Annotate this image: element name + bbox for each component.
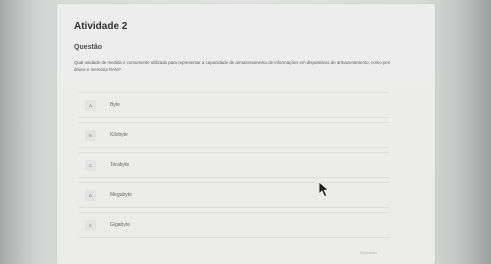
question-text: Qual unidade de medida é comumente utili…	[74, 60, 391, 72]
option-text: Kilobyte	[110, 132, 128, 138]
mouse-pointer-icon	[318, 181, 330, 198]
option-a[interactable]: A Byte	[79, 92, 389, 118]
option-letter: D	[85, 189, 96, 201]
option-letter: B	[85, 129, 96, 141]
option-b[interactable]: B Kilobyte	[79, 122, 389, 148]
option-letter: A	[85, 99, 96, 111]
option-d[interactable]: D Megabyte	[79, 182, 389, 208]
option-c[interactable]: C Terabyte	[79, 152, 389, 178]
page-title: Atividade 2	[74, 21, 128, 32]
option-letter: E	[85, 219, 96, 231]
option-letter: C	[85, 159, 96, 171]
answer-options: A Byte B Kilobyte C Terabyte D Megabyte …	[79, 92, 389, 242]
submit-label: Responder	[359, 251, 377, 255]
question-card: Atividade 2 Questão Qual unidade de medi…	[57, 4, 435, 264]
option-text: Terabyte	[110, 162, 130, 168]
option-text: Byte	[110, 102, 121, 108]
option-text: Megabyte	[110, 192, 132, 198]
option-e[interactable]: E Gigabyte	[79, 212, 389, 238]
question-section-label: Questão	[74, 44, 103, 51]
option-text: Gigabyte	[110, 222, 131, 228]
